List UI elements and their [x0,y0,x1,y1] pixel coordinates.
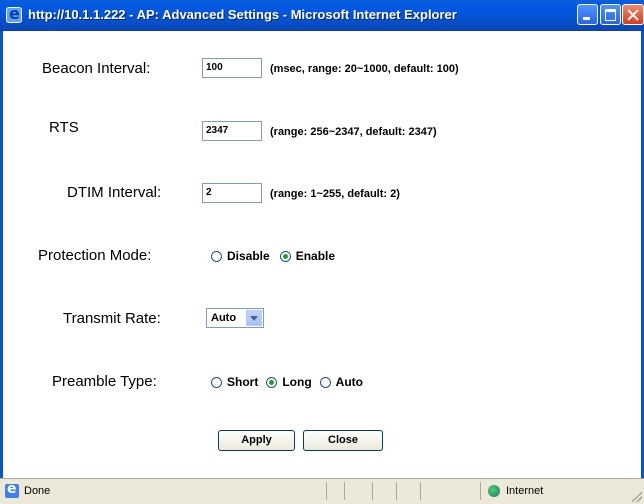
minimize-icon[interactable] [577,4,598,25]
status-pane-divider [326,482,327,500]
status-pane-divider [480,482,481,500]
status-pane-divider [396,482,397,500]
ie-icon [6,4,22,23]
dtim-interval-input[interactable]: 2 [202,183,262,203]
protection-mode-options: Disable Enable [211,249,335,263]
preamble-type-options: Short Long Auto [211,375,363,389]
preamble-type-label: Preamble Type: [52,373,157,390]
rts-input[interactable]: 2347 [202,121,262,141]
maximize-icon[interactable] [600,4,621,25]
dropdown-arrow-icon[interactable] [246,310,262,326]
globe-icon [488,485,500,497]
beacon-interval-label: Beacon Interval: [42,60,151,77]
page-icon [5,481,19,498]
browser-window: http://10.1.1.222 - AP: Advanced Setting… [0,0,644,504]
radio-icon[interactable] [319,376,331,388]
dtim-interval-hint: (range: 1~255, default: 2) [270,188,400,200]
transmit-rate-value: Auto [211,312,237,324]
resize-grip-icon[interactable] [632,492,642,502]
rts-hint: (range: 256~2347, default: 2347) [270,126,437,138]
preamble-option-short[interactable]: Short [211,375,258,389]
apply-button[interactable]: Apply [218,430,295,451]
preamble-option-label: Short [227,375,259,389]
beacon-interval-hint: (msec, range: 20~1000, default: 100) [270,63,459,75]
settings-form: Beacon Interval: 100 (msec, range: 20~10… [0,31,644,478]
transmit-rate-select[interactable]: Auto [206,308,264,328]
radio-icon[interactable] [211,376,222,388]
radio-icon[interactable] [211,250,222,262]
title-bar[interactable]: http://10.1.1.222 - AP: Advanced Setting… [0,0,644,31]
radio-icon[interactable] [266,376,278,388]
status-pane-divider [372,482,373,500]
beacon-interval-input[interactable]: 100 [202,58,262,78]
status-text: Done [24,485,51,497]
preamble-option-label: Auto [335,375,363,389]
preamble-option-label: Long [282,375,312,389]
protection-option-label: Disable [227,249,270,263]
window-title: http://10.1.1.222 - AP: Advanced Setting… [28,7,457,22]
preamble-option-long[interactable]: Long [266,375,312,389]
protection-mode-label: Protection Mode: [38,247,152,264]
protection-option-label: Enable [295,249,336,263]
dtim-interval-label: DTIM Interval: [67,184,162,201]
protection-option-enable[interactable]: Enable [279,249,336,263]
radio-icon[interactable] [279,250,291,262]
transmit-rate-label: Transmit Rate: [63,310,161,327]
close-icon[interactable] [622,4,644,25]
close-button[interactable]: Close [303,430,383,451]
status-pane-divider [420,482,421,500]
rts-label: RTS [49,119,79,136]
protection-option-disable[interactable]: Disable [211,249,270,263]
preamble-option-auto[interactable]: Auto [319,375,363,389]
status-bar: Done Internet [0,478,644,504]
status-pane-divider [344,482,345,500]
zone-text: Internet [506,485,544,497]
